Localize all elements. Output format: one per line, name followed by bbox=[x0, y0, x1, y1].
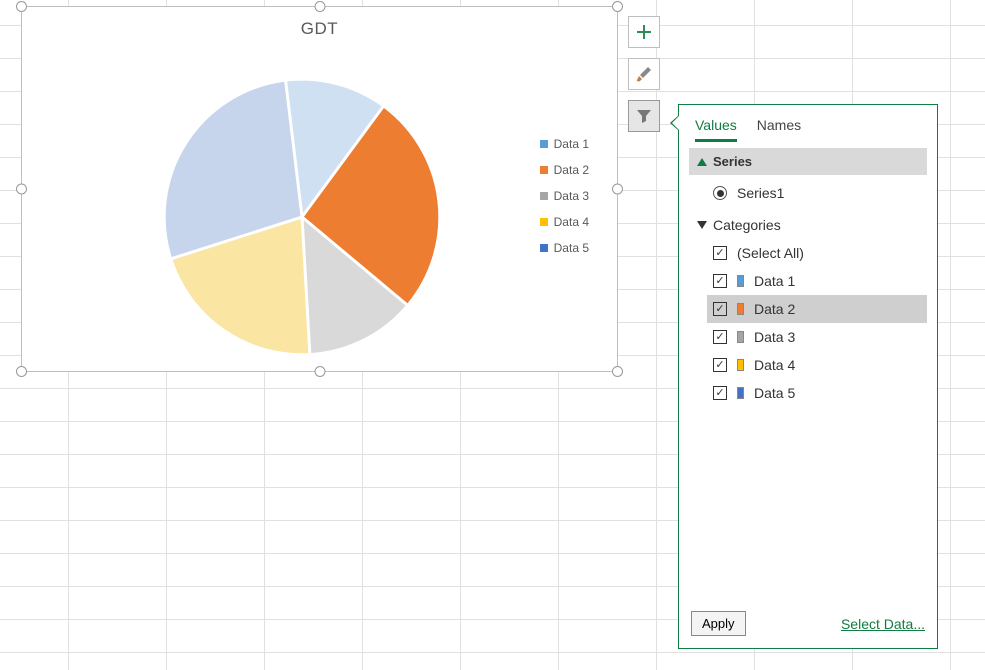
resize-handle[interactable] bbox=[314, 1, 325, 12]
legend-swatch bbox=[540, 244, 548, 252]
checkbox-icon[interactable] bbox=[713, 274, 727, 288]
legend-item[interactable]: Data 4 bbox=[540, 215, 589, 229]
funnel-icon bbox=[636, 108, 652, 124]
category-label: Data 3 bbox=[754, 329, 795, 345]
resize-handle[interactable] bbox=[612, 1, 623, 12]
chart-styles-button[interactable] bbox=[628, 58, 660, 90]
chart-side-buttons bbox=[628, 16, 660, 132]
legend-item[interactable]: Data 5 bbox=[540, 241, 589, 255]
series-item[interactable]: Series1 bbox=[713, 185, 937, 201]
category-label: Data 4 bbox=[754, 357, 795, 373]
series-section-header[interactable]: Series bbox=[689, 148, 927, 175]
select-data-link[interactable]: Select Data... bbox=[841, 616, 925, 632]
category-color-chip bbox=[737, 303, 744, 315]
category-label: Data 5 bbox=[754, 385, 795, 401]
category-row[interactable]: Data 4 bbox=[707, 351, 927, 379]
category-label: Data 2 bbox=[754, 301, 795, 317]
radio-selected-icon bbox=[713, 186, 727, 200]
expand-icon bbox=[697, 158, 707, 166]
legend-label: Data 5 bbox=[554, 241, 589, 255]
chart-filter-panel: Values Names Series Series1 Categories (… bbox=[678, 104, 938, 649]
category-color-chip bbox=[737, 387, 744, 399]
category-row[interactable]: Data 1 bbox=[707, 267, 927, 295]
tab-names[interactable]: Names bbox=[757, 117, 801, 142]
expand-icon bbox=[697, 221, 707, 229]
checkbox-icon[interactable] bbox=[713, 330, 727, 344]
categories-section-header[interactable]: Categories bbox=[697, 217, 927, 233]
legend-swatch bbox=[540, 166, 548, 174]
category-row[interactable]: Data 2 bbox=[707, 295, 927, 323]
pie-chart[interactable] bbox=[157, 72, 447, 362]
legend-item[interactable]: Data 3 bbox=[540, 189, 589, 203]
checkbox-icon[interactable] bbox=[713, 358, 727, 372]
resize-handle[interactable] bbox=[16, 184, 27, 195]
categories-header-label: Categories bbox=[713, 217, 781, 233]
legend-swatch bbox=[540, 218, 548, 226]
legend-label: Data 3 bbox=[554, 189, 589, 203]
categories-list: (Select All) Data 1 Data 2 Data 3 Data 4 Dat… bbox=[707, 239, 927, 407]
resize-handle[interactable] bbox=[16, 366, 27, 377]
filter-tabs: Values Names bbox=[679, 105, 937, 142]
resize-handle[interactable] bbox=[612, 366, 623, 377]
brush-icon bbox=[635, 65, 653, 83]
plus-icon bbox=[636, 24, 652, 40]
chart-filter-button[interactable] bbox=[628, 100, 660, 132]
checkbox-icon[interactable] bbox=[713, 302, 727, 316]
category-color-chip bbox=[737, 331, 744, 343]
checkbox-icon[interactable] bbox=[713, 386, 727, 400]
chart-container[interactable]: GDT Data 1Data 2Data 3Data 4Data 5 bbox=[21, 6, 618, 372]
category-label: Data 1 bbox=[754, 273, 795, 289]
legend-swatch bbox=[540, 140, 548, 148]
legend-label: Data 2 bbox=[554, 163, 589, 177]
chart-elements-button[interactable] bbox=[628, 16, 660, 48]
legend-swatch bbox=[540, 192, 548, 200]
resize-handle[interactable] bbox=[16, 1, 27, 12]
legend-label: Data 1 bbox=[554, 137, 589, 151]
apply-button[interactable]: Apply bbox=[691, 611, 746, 636]
series-header-label: Series bbox=[713, 154, 752, 169]
category-color-chip bbox=[737, 359, 744, 371]
legend-label: Data 4 bbox=[554, 215, 589, 229]
legend-item[interactable]: Data 2 bbox=[540, 163, 589, 177]
category-row[interactable]: Data 3 bbox=[707, 323, 927, 351]
checkbox-icon[interactable] bbox=[713, 246, 727, 260]
chart-legend[interactable]: Data 1 Data 2 Data 3 Data 4 Data 5 bbox=[540, 137, 589, 267]
filter-panel-footer: Apply Select Data... bbox=[679, 601, 937, 648]
legend-item[interactable]: Data 1 bbox=[540, 137, 589, 151]
resize-handle[interactable] bbox=[314, 366, 325, 377]
tab-values[interactable]: Values bbox=[695, 117, 737, 142]
category-row[interactable]: Data 5 bbox=[707, 379, 927, 407]
resize-handle[interactable] bbox=[612, 184, 623, 195]
series-item-label: Series1 bbox=[737, 185, 784, 201]
category-color-chip bbox=[737, 275, 744, 287]
select-all-label: (Select All) bbox=[737, 245, 804, 261]
select-all-row[interactable]: (Select All) bbox=[707, 239, 927, 267]
